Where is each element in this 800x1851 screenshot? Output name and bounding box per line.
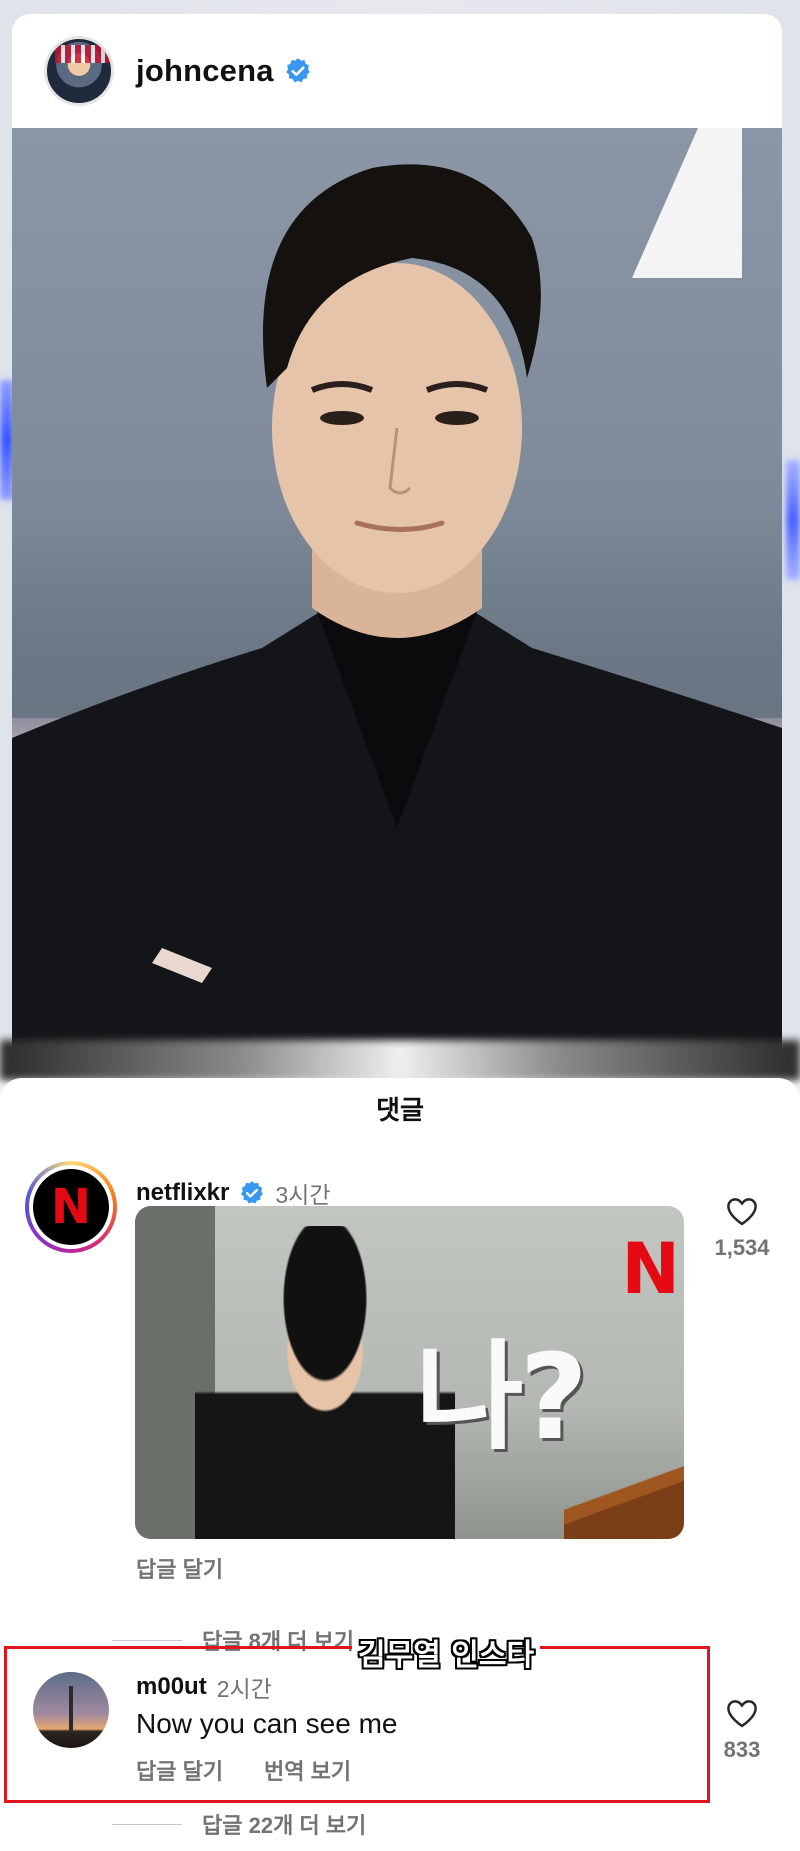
post-header: johncena	[12, 14, 782, 128]
post-author-avatar[interactable]	[44, 36, 114, 106]
post-username[interactable]: johncena	[136, 53, 274, 89]
heart-icon[interactable]	[725, 1698, 759, 1728]
like-column: 1,534	[702, 1196, 782, 1261]
comment-time: 3시간	[275, 1182, 331, 1208]
like-count: 1,534	[714, 1235, 770, 1260]
comments-title: 댓글	[376, 1095, 424, 1125]
comment-meta: m00ut 2시간	[136, 1670, 272, 1704]
netflix-logo-icon: N	[621, 1228, 680, 1310]
reply-button[interactable]: 답글 달기	[136, 1552, 223, 1584]
divider-line	[112, 1823, 182, 1825]
post-photo[interactable]	[12, 128, 782, 1060]
like-count: 833	[723, 1737, 761, 1762]
like-column: 833	[702, 1698, 782, 1763]
verified-badge-icon	[284, 57, 312, 85]
comment-meta: netflixkr 3시간	[136, 1176, 331, 1210]
comment-username[interactable]: m00ut	[136, 1673, 207, 1701]
m00ut-avatar[interactable]	[33, 1672, 109, 1748]
translate-button[interactable]: 번역 보기	[264, 1754, 351, 1786]
view-more-replies[interactable]: 답글 22개 더 보기	[112, 1808, 366, 1840]
portrait-figure	[12, 164, 782, 1060]
divider-line	[112, 1639, 182, 1641]
heart-icon[interactable]	[725, 1196, 759, 1226]
netflix-logo-icon: N	[33, 1169, 109, 1245]
comment-gif-image[interactable]: 나? N	[135, 1206, 684, 1539]
comment-text: Now you can see me	[136, 1708, 398, 1739]
verified-badge-icon	[239, 1180, 265, 1206]
backdrop-edge	[0, 1040, 800, 1080]
post-card: johncena	[12, 14, 782, 1060]
netflixkr-avatar[interactable]: N	[25, 1161, 117, 1253]
reply-button[interactable]: 답글 달기	[136, 1754, 223, 1786]
view-more-replies-label: 답글 22개 더 보기	[202, 1813, 367, 1838]
comment-username[interactable]: netflixkr	[136, 1179, 229, 1207]
highlight-tag: 김무열 인스타	[352, 1630, 541, 1674]
image-caption: 나?	[415, 1328, 588, 1466]
comment-time: 2시간	[216, 1676, 272, 1702]
